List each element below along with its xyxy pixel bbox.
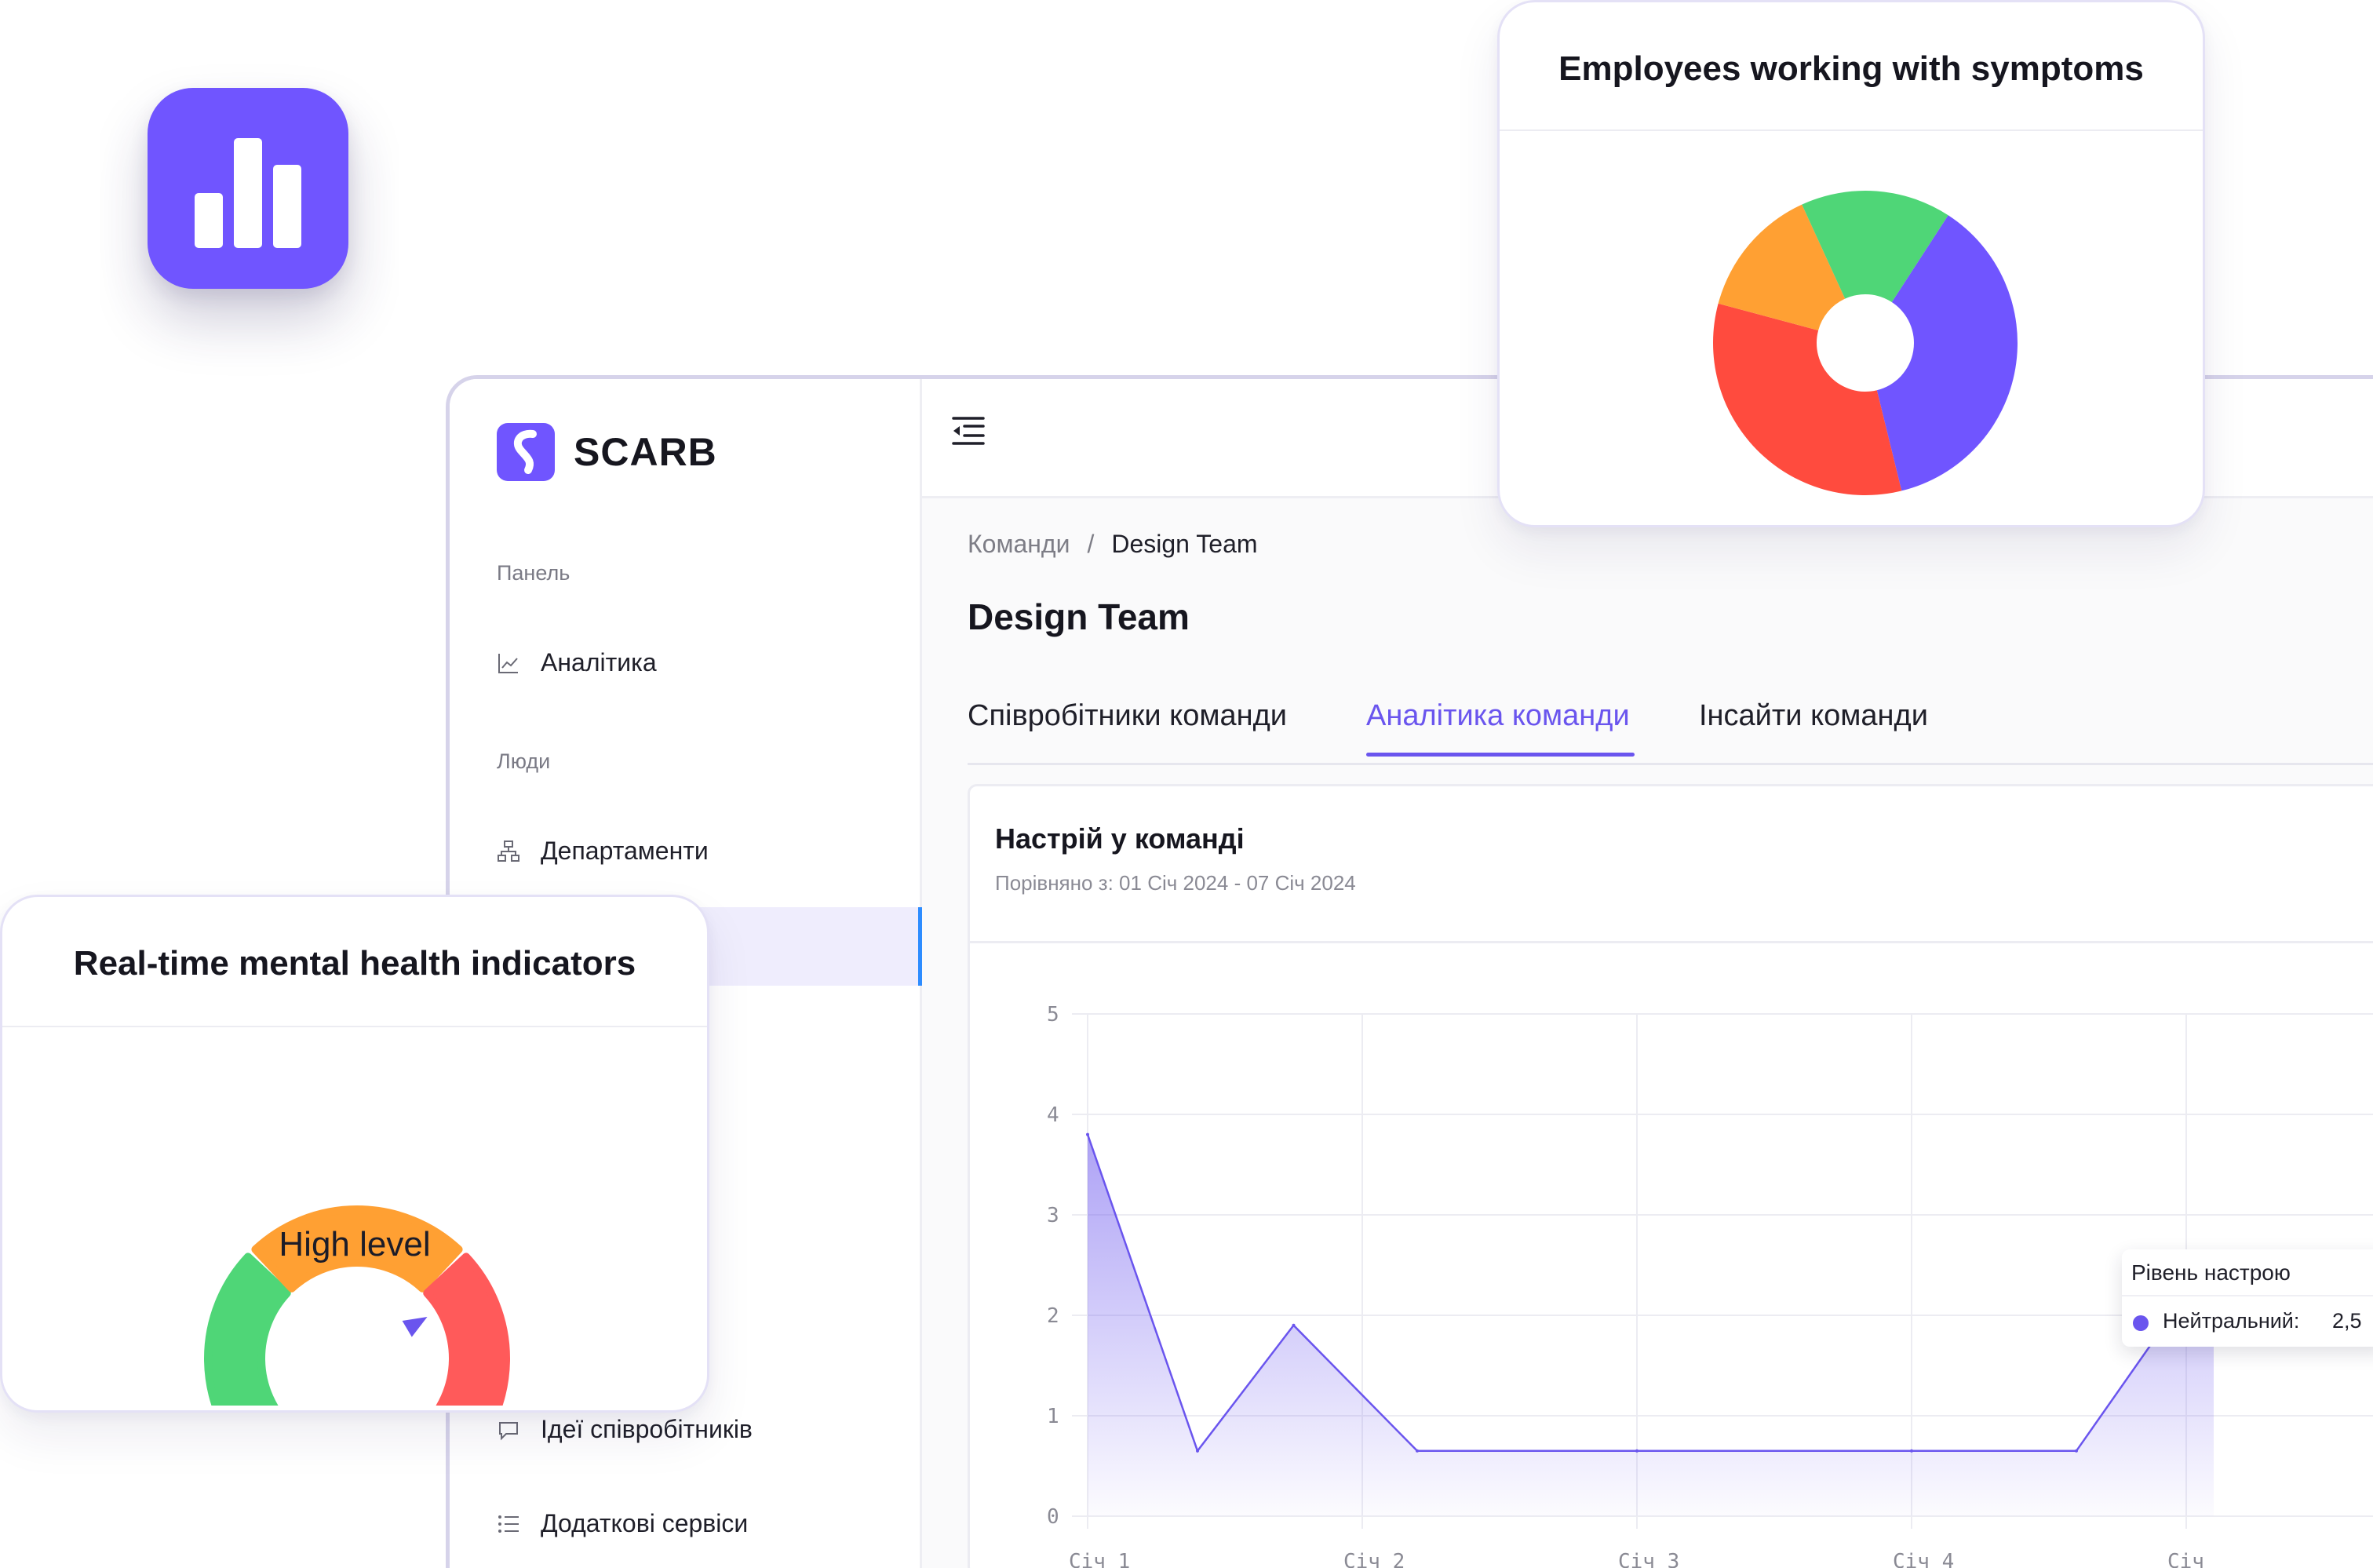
lightbulb-icon	[497, 1418, 520, 1442]
page-title: Design Team	[968, 596, 1190, 637]
sidebar-item-departments[interactable]: Департаменти	[497, 837, 709, 866]
brand-name[interactable]: SCARB	[574, 429, 717, 475]
breadcrumb-current: Design Team	[1111, 530, 1258, 558]
x-tick-label: Січ 1	[1069, 1550, 1130, 1568]
analytics-app-icon	[148, 88, 348, 289]
y-tick-label: 0	[1047, 1505, 1059, 1529]
gauge-label: High level	[279, 1225, 431, 1264]
x-tick-label: Січ 2	[1343, 1550, 1405, 1568]
main-content: Команди / Design Team Design Team Співро…	[922, 379, 2373, 1568]
tab-team-members[interactable]: Співробітники команди	[968, 699, 1287, 733]
chart-bar-icon	[234, 138, 262, 248]
x-tick-label: Січ	[2167, 1550, 2204, 1568]
mental-health-gauge	[204, 1205, 510, 1406]
symptoms-pie-card: Employees working with symptoms	[1497, 0, 2205, 527]
y-tick-label: 4	[1047, 1103, 1059, 1127]
sidebar-item-analytics[interactable]: Аналітика	[497, 648, 657, 677]
series-dot-icon	[2133, 1315, 2149, 1331]
list-icon	[497, 1512, 520, 1536]
data-point	[2075, 1449, 2078, 1453]
scarb-logo-icon[interactable]	[497, 423, 555, 481]
app-window: SCARB Панель Аналітика Люди Департаменти…	[446, 375, 2373, 1568]
gauge-segment	[204, 1253, 291, 1406]
x-tick-label: Січ 3	[1618, 1550, 1679, 1568]
line-chart-icon	[497, 651, 520, 675]
data-point	[1635, 1449, 1638, 1453]
breadcrumb: Команди / Design Team	[968, 530, 1258, 559]
card-divider	[2, 1026, 707, 1027]
y-tick-label: 5	[1047, 1003, 1059, 1026]
sidebar-item-label: Департаменти	[541, 837, 709, 865]
y-tick-label: 1	[1047, 1405, 1059, 1428]
sidebar-item-label: Аналітика	[541, 648, 657, 676]
tab-team-analytics[interactable]: Аналітика команди	[1366, 699, 1635, 757]
chart-tooltip: Рівень настрою Нейтральний: 2,5	[2122, 1249, 2373, 1347]
sidebar-item-label: Додаткові сервіси	[541, 1509, 749, 1537]
tab-bar: Співробітники команди Аналітика команди …	[968, 699, 2373, 765]
nav-group-people: Люди	[497, 749, 551, 773]
tab-team-insights[interactable]: Інсайти команди	[1699, 699, 1928, 733]
x-tick-label: Січ 4	[1893, 1550, 1954, 1568]
y-tick-label: 3	[1047, 1204, 1059, 1227]
card-divider	[1500, 129, 2203, 131]
org-chart-icon	[497, 840, 520, 863]
sidebar-item-label: Ідеї співробітників	[541, 1415, 753, 1443]
collapse-menu-icon[interactable]	[950, 415, 986, 447]
sidebar-item-services[interactable]: Додаткові сервіси	[497, 1509, 748, 1538]
data-point	[1196, 1449, 1199, 1453]
data-point	[1292, 1323, 1296, 1327]
breadcrumb-separator: /	[1087, 530, 1095, 558]
mental-health-gauge-card: Real-time mental health indicators High …	[0, 895, 709, 1413]
chart-bar-icon	[195, 193, 223, 248]
tooltip-divider	[2122, 1295, 2373, 1296]
y-tick-label: 2	[1047, 1304, 1059, 1328]
symptoms-donut-chart[interactable]	[1500, 133, 2206, 525]
data-point	[1416, 1449, 1419, 1453]
data-point	[1086, 1132, 1089, 1136]
data-point	[1910, 1449, 1913, 1453]
gauge-card-title: Real-time mental health indicators	[73, 944, 636, 983]
gauge-segment	[423, 1253, 510, 1406]
mood-chart-card: Настрій у команді Порівняно з: 01 Січ 20…	[968, 784, 2373, 1568]
tooltip-value: 2,5	[2332, 1309, 2362, 1333]
mood-line-chart[interactable]: 0 1 2 3 4 5 Січ 1 Січ 2 Січ 3 Січ 4 Січ	[970, 786, 2373, 1568]
pie-card-title: Employees working with symptoms	[1558, 49, 2144, 88]
sidebar-item-ideas[interactable]: Ідеї співробітників	[497, 1415, 753, 1444]
pie-slice	[1713, 303, 1902, 495]
tooltip-label: Нейтральний:	[2163, 1309, 2300, 1333]
nav-group-panel: Панель	[497, 561, 570, 585]
chart-bar-icon	[273, 165, 301, 248]
gauge-pointer-icon	[402, 1317, 428, 1337]
series-area	[1088, 1134, 2214, 1516]
breadcrumb-parent-link[interactable]: Команди	[968, 530, 1070, 559]
tooltip-title: Рівень настрою	[2131, 1260, 2291, 1285]
